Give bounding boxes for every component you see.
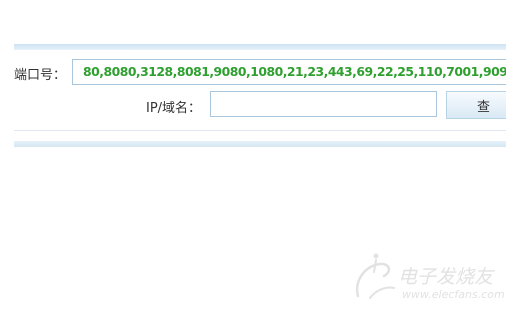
form-divider <box>14 130 506 131</box>
ip-domain-label: IP/域名： <box>146 101 202 116</box>
watermark-logo-icon <box>355 253 395 299</box>
ports-field[interactable]: 80,8080,3128,8081,9080,1080,21,23,443,69… <box>72 59 506 85</box>
port-scan-page: 端口号： 80,8080,3128,8081,9080,1080,21,23,4… <box>0 0 506 313</box>
watermark-title: 电子发烧友 <box>398 266 494 288</box>
query-button[interactable]: 查 询 <box>446 91 506 119</box>
panel-top-border <box>14 44 506 50</box>
ip-domain-input[interactable] <box>210 91 437 117</box>
ports-label: 端口号： <box>14 68 67 83</box>
watermark-url: www.elecfans.com <box>402 288 505 301</box>
watermark: 电子发烧友 www.elecfans.com <box>350 252 505 306</box>
panel-bottom-border <box>14 141 506 147</box>
